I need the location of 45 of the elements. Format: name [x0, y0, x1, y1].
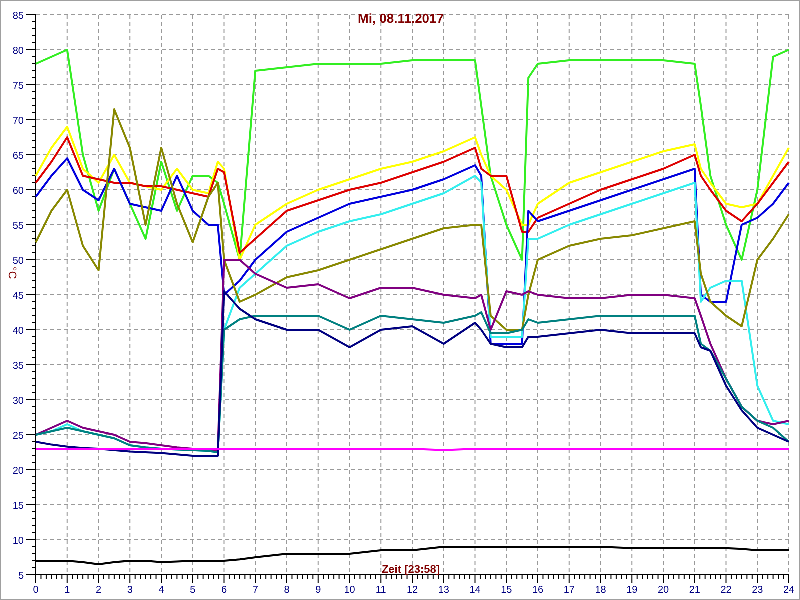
axis-tick-label: 19 — [626, 585, 638, 596]
axis-tick-label: 7 — [252, 585, 258, 596]
axis-tick-label: 50 — [12, 256, 24, 267]
axis-tick-label: 8 — [284, 585, 290, 596]
axis-tick-label: 70 — [12, 116, 24, 127]
axis-tick-label: 55 — [12, 221, 24, 232]
axis-tick-label: 14 — [470, 585, 481, 596]
axis-tick-label: 13 — [438, 585, 450, 596]
axis-tick-label: 65 — [12, 151, 24, 162]
axis-tick-label: 6 — [221, 585, 228, 596]
axis-tick-label: 25 — [12, 431, 24, 442]
axis-tick-label: 21 — [689, 585, 700, 596]
axis-tick-label: 60 — [12, 186, 24, 197]
axis-tick-label: 17 — [564, 585, 575, 596]
axis-tick-label: 18 — [595, 585, 606, 596]
axis-tick-label: 30 — [12, 396, 24, 407]
axis-tick-label: 3 — [127, 585, 133, 596]
axis-tick-label: 15 — [12, 501, 24, 512]
x-axis-label: Zeit [23:58] — [382, 564, 440, 576]
axis-tick-label: 85 — [12, 11, 24, 22]
axis-tick-label: 24 — [783, 585, 795, 596]
axis-tick-label: 10 — [12, 536, 24, 547]
chart-title: Mi, 08.11.2017 — [358, 11, 444, 26]
axis-tick-label: 10 — [344, 585, 356, 596]
axis-tick-label: 11 — [376, 585, 386, 596]
axis-tick-label: 12 — [406, 585, 418, 596]
axis-tick-label: 1 — [64, 585, 70, 596]
axis-tick-label: 9 — [316, 585, 322, 596]
axis-tick-label: 80 — [12, 46, 24, 57]
axis-tick-label: 5 — [18, 571, 24, 582]
axis-tick-label: 45 — [12, 291, 24, 302]
axis-tick-label: 2 — [96, 585, 102, 596]
axis-tick-label: 35 — [12, 361, 24, 372]
axis-tick-label: 0 — [33, 585, 39, 596]
axis-tick-label: 20 — [12, 466, 24, 477]
y-axis-label: °C — [6, 266, 18, 280]
axis-tick-label: 22 — [720, 585, 732, 596]
axis-tick-label: 20 — [658, 585, 670, 596]
axis-tick-label: 40 — [12, 326, 24, 337]
axis-tick-label: 16 — [532, 585, 544, 596]
axis-tick-label: 5 — [190, 585, 196, 596]
axis-tick-label: 15 — [501, 585, 512, 596]
axis-tick-label: 75 — [12, 81, 24, 92]
axis-tick-label: 23 — [752, 585, 764, 596]
axis-tick-label: 4 — [158, 585, 164, 596]
